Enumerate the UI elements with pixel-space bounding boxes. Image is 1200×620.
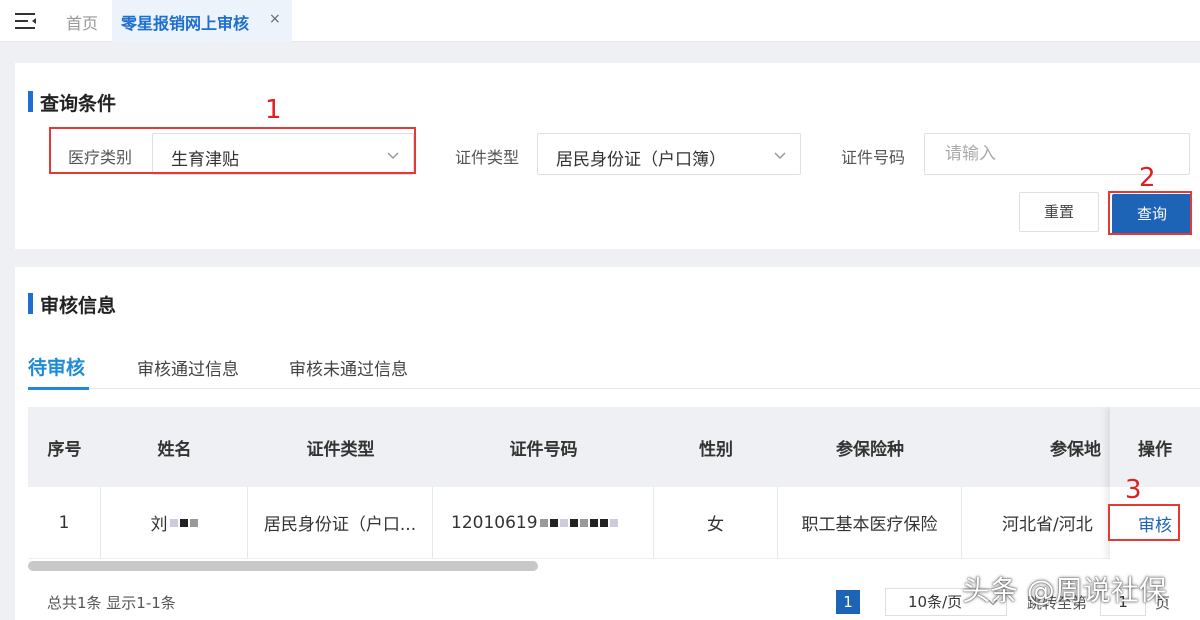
tab-expense-review-label: 零星报销网上审核 bbox=[121, 14, 250, 33]
id-type-value: 居民身份证（户口簿） bbox=[556, 150, 726, 170]
column-header: 证件号码 bbox=[509, 439, 578, 460]
tab-home[interactable]: 首页 bbox=[66, 10, 98, 34]
menu-collapse-icon[interactable] bbox=[15, 12, 37, 30]
table-header: 序号 姓名 证件类型 证件号码 性别 参保险种 参保地 bbox=[28, 407, 1200, 487]
horizontal-scrollbar[interactable] bbox=[28, 561, 538, 571]
row-id-type: 居民身份证（户口... bbox=[248, 487, 433, 558]
id-number-label: 证件号码 bbox=[841, 148, 906, 167]
column-header: 姓名 bbox=[157, 439, 192, 460]
query-button[interactable]: 查询 bbox=[1112, 194, 1192, 234]
column-header: 性别 bbox=[699, 439, 733, 460]
action-column: 操作 审核 bbox=[1110, 407, 1200, 559]
page-size-value: 10条/页 bbox=[908, 593, 963, 611]
redaction-mosaic bbox=[179, 518, 188, 527]
redaction-mosaic bbox=[169, 518, 178, 527]
redaction-mosaic bbox=[569, 518, 578, 527]
column-header: 序号 bbox=[47, 439, 82, 460]
top-tab-bar: 首页 零星报销网上审核 × bbox=[0, 0, 1200, 42]
row-index: 1 bbox=[28, 487, 101, 558]
page-number-button[interactable]: 1 bbox=[836, 590, 860, 614]
query-card: 查询条件 医疗类别 生育津贴 证件类型 居民身份证（户口簿） 证件号码 请输入 … bbox=[15, 63, 1200, 249]
query-section-title: 查询条件 bbox=[28, 89, 116, 116]
row-name: 刘 bbox=[150, 515, 168, 535]
redaction-mosaic bbox=[579, 518, 588, 527]
redaction-mosaic bbox=[559, 518, 568, 527]
column-header: 证件类型 bbox=[306, 439, 375, 460]
redaction-mosaic bbox=[599, 518, 608, 527]
total-summary: 总共1条 显示1-1条 bbox=[47, 594, 176, 612]
table-row: 1 刘 居民身份证（户口... 12010619 女 职工基本医疗保险 河北省/… bbox=[28, 487, 1200, 559]
medical-type-label: 医疗类别 bbox=[68, 148, 133, 167]
redaction-mosaic bbox=[189, 518, 198, 527]
redaction-mosaic bbox=[549, 518, 558, 527]
row-name-cell: 刘 bbox=[101, 487, 248, 558]
medical-type-select[interactable]: 生育津贴 bbox=[152, 133, 414, 175]
tabs-divider bbox=[28, 388, 1200, 389]
review-link[interactable]: 审核 bbox=[1110, 487, 1200, 559]
tab-pending[interactable]: 待审核 bbox=[28, 353, 85, 380]
annotation-number-2: 2 bbox=[1139, 163, 1156, 193]
audit-section-title: 审核信息 bbox=[28, 291, 116, 318]
chevron-down-icon bbox=[387, 152, 399, 160]
id-type-select[interactable]: 居民身份证（户口簿） bbox=[537, 133, 801, 175]
column-header: 参保险种 bbox=[836, 439, 904, 460]
redaction-mosaic bbox=[539, 518, 548, 527]
row-id-number: 12010619 bbox=[451, 512, 538, 533]
active-tab-indicator bbox=[28, 387, 89, 390]
tab-approved[interactable]: 审核通过信息 bbox=[137, 355, 239, 380]
annotation-number-1: 1 bbox=[265, 95, 282, 125]
close-icon[interactable]: × bbox=[269, 11, 281, 27]
row-gender: 女 bbox=[654, 487, 778, 558]
redaction-mosaic bbox=[609, 518, 618, 527]
watermark-text: 头条 @周说社保 bbox=[962, 574, 1167, 607]
annotation-number-3: 3 bbox=[1125, 475, 1142, 505]
row-id-number-cell: 12010619 bbox=[433, 487, 654, 558]
audit-card: 审核信息 待审核 审核通过信息 审核未通过信息 序号 姓名 证件类型 证件号码 … bbox=[15, 267, 1200, 620]
column-header: 操作 bbox=[1110, 407, 1200, 487]
audit-table: 序号 姓名 证件类型 证件号码 性别 参保险种 参保地 1 刘 居民身份证（户口… bbox=[28, 407, 1200, 559]
tab-expense-review[interactable]: 零星报销网上审核 × bbox=[112, 0, 292, 42]
reset-button[interactable]: 重置 bbox=[1019, 192, 1099, 232]
redaction-mosaic bbox=[589, 518, 598, 527]
chevron-down-icon bbox=[774, 152, 786, 160]
tab-rejected[interactable]: 审核未通过信息 bbox=[289, 355, 408, 380]
medical-type-value: 生育津贴 bbox=[171, 150, 239, 170]
row-insurance: 职工基本医疗保险 bbox=[778, 487, 962, 558]
id-type-label: 证件类型 bbox=[455, 148, 520, 167]
